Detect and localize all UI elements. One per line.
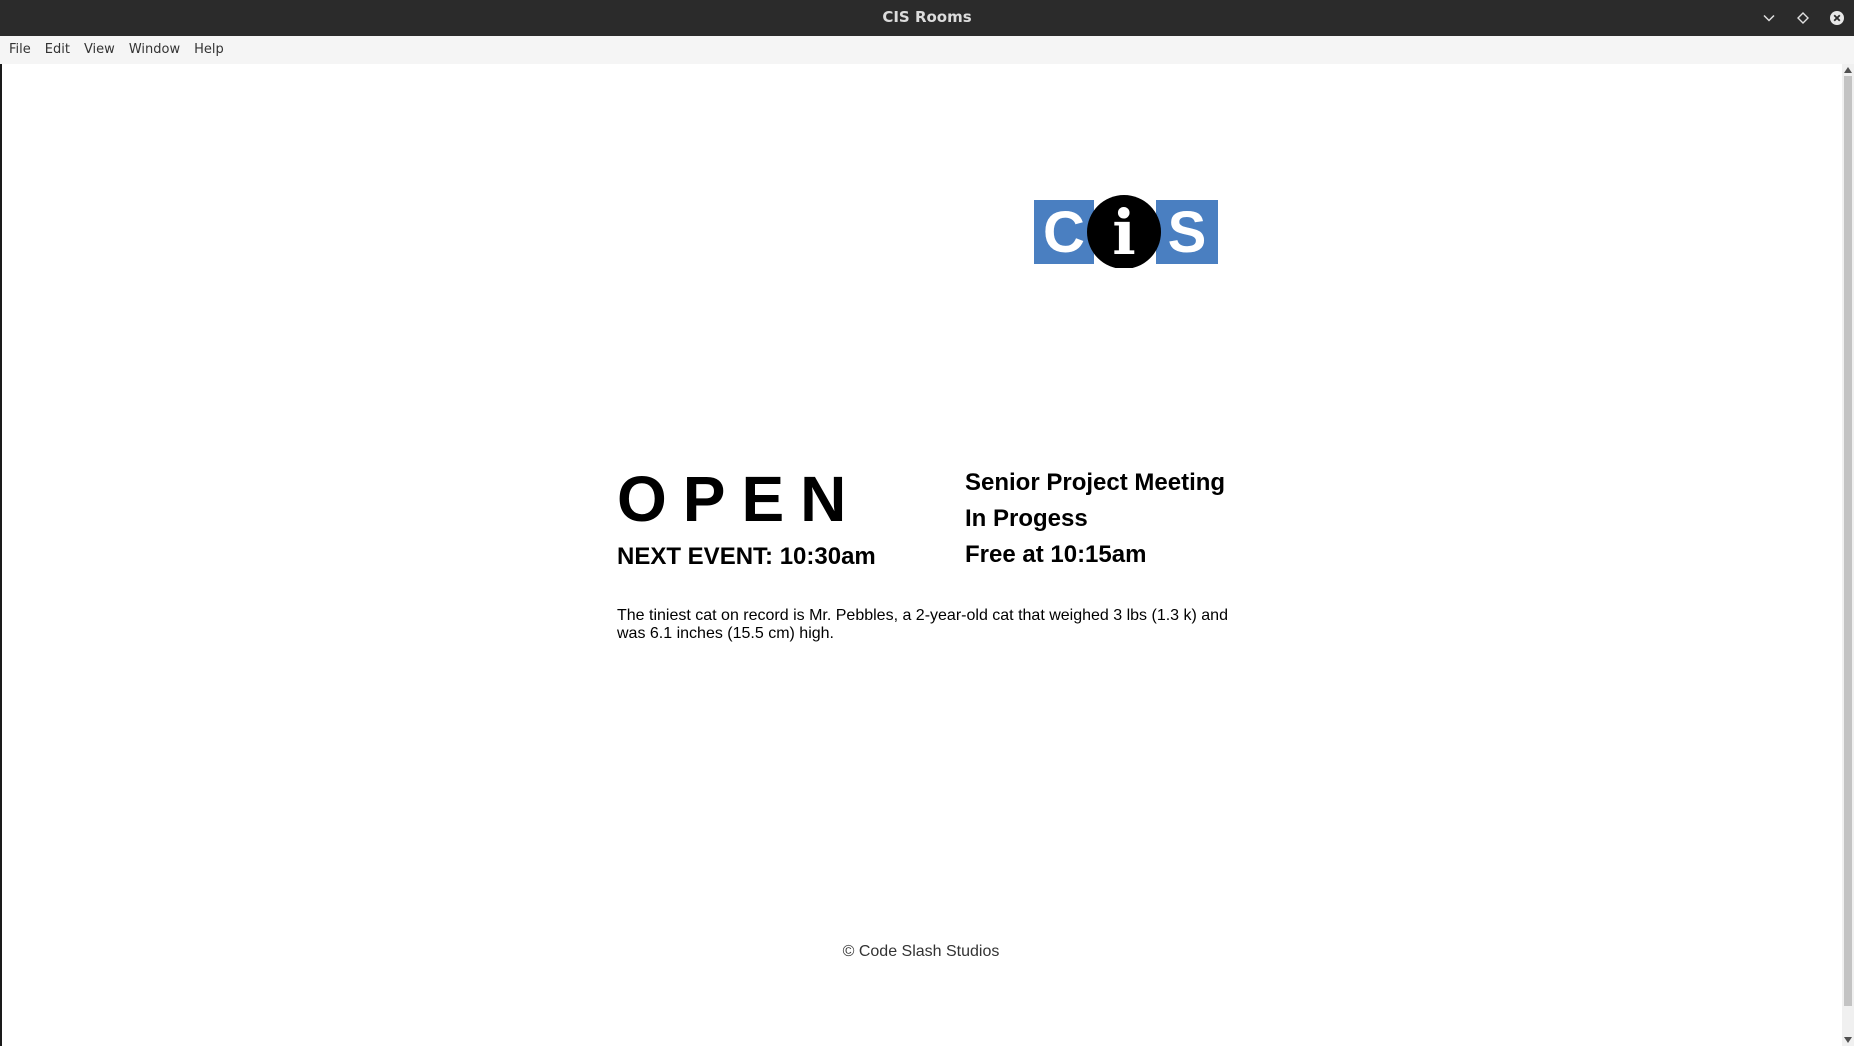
- logo-letter-c: C: [1043, 200, 1085, 265]
- logo-letter-i: i: [1112, 196, 1136, 268]
- vertical-scrollbar[interactable]: [1842, 64, 1854, 1046]
- menu-file[interactable]: File: [2, 36, 38, 64]
- event-free-at: Free at 10:15am: [965, 541, 1147, 568]
- room-status: OPEN: [617, 463, 863, 535]
- arrow-down-icon: [1844, 1037, 1852, 1043]
- menu-window[interactable]: Window: [122, 36, 187, 64]
- cis-logo: C i S: [1034, 195, 1218, 268]
- menu-view[interactable]: View: [77, 36, 122, 64]
- diamond-icon: [1797, 12, 1809, 24]
- title-bar: CIS Rooms: [0, 0, 1854, 36]
- footer-copyright: © Code Slash Studios: [842, 943, 1000, 960]
- event-state: In Progess: [965, 505, 1088, 532]
- minimize-button[interactable]: [1752, 0, 1786, 36]
- menu-help[interactable]: Help: [187, 36, 231, 64]
- fun-fact: The tiniest cat on record is Mr. Pebbles…: [617, 607, 1228, 642]
- scroll-thumb[interactable]: [1844, 76, 1852, 1006]
- close-icon: [1830, 11, 1844, 25]
- chevron-down-icon: [1763, 14, 1775, 22]
- next-event: NEXT EVENT: 10:30am: [617, 543, 876, 570]
- window-controls: [1752, 0, 1854, 36]
- scroll-up-arrow[interactable]: [1843, 65, 1853, 75]
- maximize-button[interactable]: [1786, 0, 1820, 36]
- event-name: Senior Project Meeting: [965, 469, 1226, 496]
- menu-bar: File Edit View Window Help: [0, 36, 1854, 64]
- app-window: CIS Rooms File Edit View Window Help C i…: [0, 0, 1854, 1046]
- logo-letter-s: S: [1168, 200, 1207, 265]
- scroll-down-arrow[interactable]: [1843, 1035, 1853, 1045]
- page-content: [0, 64, 1842, 1046]
- window-title: CIS Rooms: [882, 8, 972, 26]
- current-event: Senior Project Meeting In Progess Free a…: [965, 465, 1225, 573]
- arrow-up-icon: [1844, 67, 1852, 73]
- close-button[interactable]: [1820, 0, 1854, 36]
- menu-edit[interactable]: Edit: [38, 36, 77, 64]
